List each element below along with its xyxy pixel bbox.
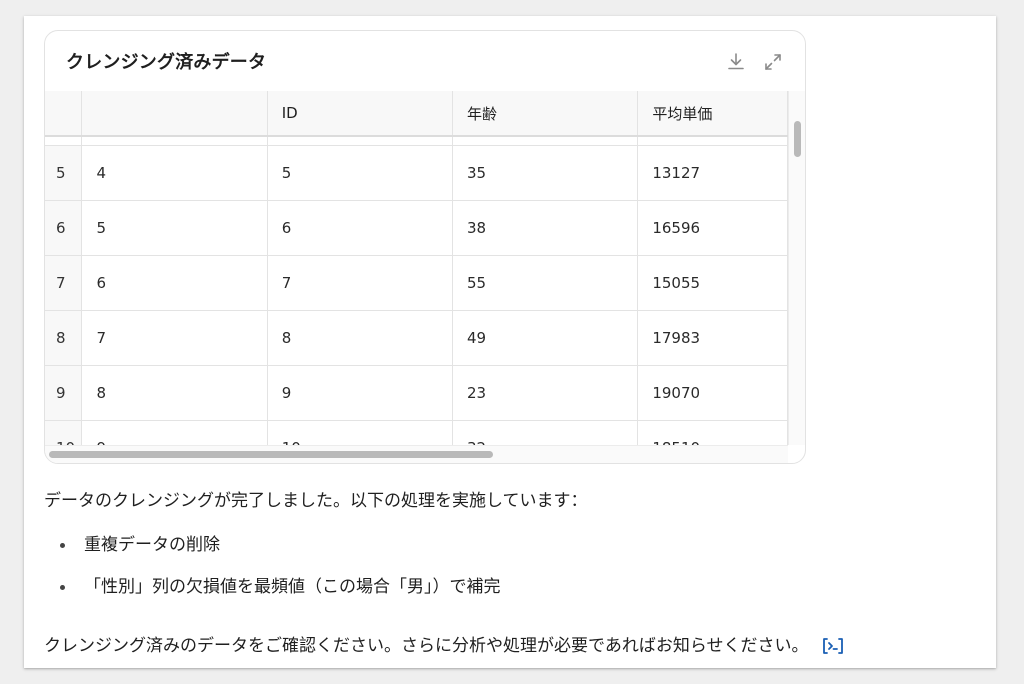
column-header-avg-price[interactable]: 平均単価 [637,91,788,137]
table-cell[interactable]: 6 [81,255,268,311]
vertical-scroll-thumb[interactable] [794,121,801,157]
table-cell[interactable]: 4 [81,145,268,201]
table-cell[interactable]: 8 [81,365,268,421]
column-header-unnamed[interactable] [81,91,268,137]
table-cell[interactable]: 23 [452,365,639,421]
list-item: 重複データの削除 [44,531,501,573]
table-row[interactable]: 8 7 8 49 17983 [45,310,788,366]
list-item-text: 「性別」列の欠損値を最頻値（この場合「男」）で補完 [84,577,501,597]
table-cell[interactable]: 19070 [637,365,788,421]
table-cell[interactable]: 6 [267,200,453,256]
row-index: 8 [45,310,83,366]
chat-response-panel: クレンジング済みデータ ID 年齢 平均単価 5 4 5 35 13127 6 … [24,16,996,668]
card-title: クレンジング済みデータ [66,52,267,73]
table-cell[interactable]: 9 [81,420,268,445]
table-cell[interactable]: 7 [267,255,453,311]
table-row[interactable]: 5 4 5 35 13127 [45,145,788,201]
table-cell[interactable]: 15055 [637,255,788,311]
table-row[interactable]: 7 6 7 55 15055 [45,255,788,311]
table-row[interactable]: 10 9 10 32 18510 [45,420,788,445]
table-cell[interactable]: 5 [267,145,453,201]
table-cell [637,136,788,146]
code-icon[interactable] [821,636,845,656]
table-cell [45,136,83,146]
row-index: 7 [45,255,83,311]
column-header-id[interactable]: ID [267,91,453,137]
table-cell[interactable]: 7 [81,310,268,366]
data-table: ID 年齢 平均単価 5 4 5 35 13127 6 5 6 38 16596… [45,91,788,445]
row-index: 6 [45,200,83,256]
table-cell[interactable]: 13127 [637,145,788,201]
column-header-age[interactable]: 年齢 [452,91,639,137]
table-cell [452,136,639,146]
table-cell[interactable]: 32 [452,420,639,445]
row-index: 10 [45,420,83,445]
processing-list: 重複データの削除 「性別」列の欠損値を最頻値（この場合「男」）で補完 [44,531,501,615]
horizontal-scrollbar[interactable] [45,445,788,463]
vertical-scrollbar[interactable] [788,91,805,445]
column-header-index[interactable] [45,91,83,137]
table-row[interactable]: 6 5 6 38 16596 [45,200,788,256]
row-index: 9 [45,365,83,421]
message-outro-line: クレンジング済みのデータをご確認ください。さらに分析や処理が必要であればお知らせ… [44,631,845,656]
bullet-icon [60,543,65,548]
table-cell[interactable]: 16596 [637,200,788,256]
table-cell[interactable]: 18510 [637,420,788,445]
table-header-row: ID 年齢 平均単価 [45,91,788,137]
table-cell[interactable]: 10 [267,420,453,445]
table-cell[interactable]: 8 [267,310,453,366]
table-row[interactable]: 9 8 9 23 19070 [45,365,788,421]
download-icon[interactable] [725,51,747,73]
message-intro: データのクレンジングが完了しました。以下の処理を実施しています： [44,491,588,511]
table-cell[interactable]: 38 [452,200,639,256]
table-cell[interactable]: 17983 [637,310,788,366]
expand-icon[interactable] [762,51,784,73]
table-cell[interactable]: 55 [452,255,639,311]
list-item-text: 重複データの削除 [84,535,220,555]
table-cell[interactable]: 5 [81,200,268,256]
table-cell [267,136,453,146]
horizontal-scroll-thumb[interactable] [49,451,493,458]
message-outro: クレンジング済みのデータをご確認ください。さらに分析や処理が必要であればお知らせ… [44,636,809,656]
list-item: 「性別」列の欠損値を最頻値（この場合「男」）で補完 [44,573,501,615]
table-cell[interactable]: 49 [452,310,639,366]
row-index: 5 [45,145,83,201]
card-header: クレンジング済みデータ [45,31,805,91]
bullet-icon [60,585,65,590]
table-row-partial [45,136,788,146]
table-cell[interactable]: 9 [267,365,453,421]
table-cell [81,136,268,146]
data-table-card: クレンジング済みデータ ID 年齢 平均単価 5 4 5 35 13127 6 … [44,30,806,464]
table-cell[interactable]: 35 [452,145,639,201]
data-grid[interactable]: ID 年齢 平均単価 5 4 5 35 13127 6 5 6 38 16596… [45,91,788,445]
